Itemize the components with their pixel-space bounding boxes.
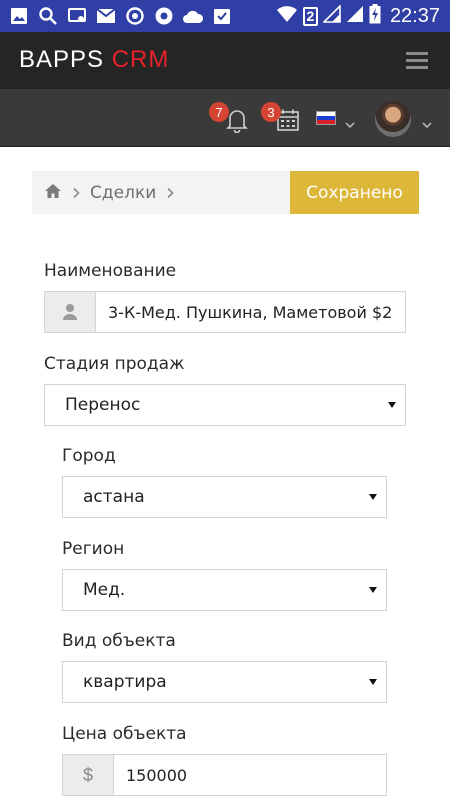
- city-select[interactable]: астана: [62, 476, 387, 518]
- clock-time: 22:37: [389, 4, 440, 27]
- system-status-bar: 2 22:37: [0, 0, 450, 32]
- battery-charging-icon: [369, 4, 381, 28]
- breadcrumb-item-deals[interactable]: Сделки: [90, 183, 156, 203]
- email-icon: [95, 5, 117, 27]
- dropdown-caret-icon: [369, 494, 377, 500]
- price-input-group: $: [62, 754, 387, 796]
- dropdown-caret-icon: [388, 402, 396, 408]
- app-header: BAPPS CRM: [0, 32, 450, 89]
- cloud-icon: [182, 5, 204, 27]
- language-chevron-down-icon[interactable]: [345, 114, 355, 133]
- dropdown-caret-icon: [369, 587, 377, 593]
- name-input-group: [44, 291, 406, 333]
- brand-suffix: CRM: [111, 46, 170, 73]
- sim-2-icon: 2: [302, 6, 318, 26]
- chrome-icon: [153, 5, 175, 27]
- city-label: Город: [62, 446, 116, 466]
- breadcrumb: Сделки: [32, 171, 290, 214]
- notification-icons: [8, 5, 233, 27]
- system-indicators: 2 22:37: [276, 0, 440, 32]
- notifications-count-badge: 7: [209, 102, 229, 122]
- brand-logo[interactable]: BAPPS CRM: [19, 46, 169, 74]
- search-icon: [37, 5, 59, 27]
- signal-icon: [346, 5, 364, 27]
- sales-stage-value: Перенос: [65, 395, 141, 415]
- breadcrumb-separator-icon: [72, 187, 80, 199]
- region-select[interactable]: Мед.: [62, 569, 387, 611]
- user-avatar[interactable]: [375, 101, 411, 137]
- dollar-addon: $: [63, 755, 114, 795]
- sync-icon: [124, 5, 146, 27]
- wifi-icon: [276, 5, 298, 27]
- menu-toggle-icon[interactable]: [406, 52, 428, 69]
- clipboard-check-icon: [211, 5, 233, 27]
- name-input[interactable]: [96, 292, 405, 332]
- user-menu-chevron-down-icon[interactable]: [422, 114, 432, 133]
- cast-icon: [66, 5, 88, 27]
- object-type-value: квартира: [83, 672, 167, 692]
- user-icon: [45, 292, 96, 332]
- city-value: астана: [83, 487, 145, 507]
- breadcrumb-separator-icon: [166, 187, 174, 199]
- home-icon[interactable]: [44, 183, 62, 203]
- stage-label: Стадия продаж: [44, 354, 185, 374]
- object-type-label: Вид объекта: [62, 631, 176, 651]
- calendar-count-badge: 3: [261, 102, 281, 122]
- gallery-icon: [8, 5, 30, 27]
- region-value: Мед.: [83, 580, 126, 600]
- price-label: Цена объекта: [62, 724, 187, 744]
- save-status-button[interactable]: Сохранено: [290, 171, 419, 214]
- sales-stage-select[interactable]: Перенос: [44, 384, 406, 426]
- name-label: Наименование: [44, 261, 177, 281]
- object-type-select[interactable]: квартира: [62, 661, 387, 703]
- russian-flag-icon[interactable]: [316, 111, 336, 125]
- brand-name: BAPPS: [19, 46, 105, 73]
- signal-icon: [322, 4, 341, 27]
- region-label: Регион: [62, 539, 125, 559]
- dropdown-caret-icon: [369, 679, 377, 685]
- price-input[interactable]: [114, 755, 386, 795]
